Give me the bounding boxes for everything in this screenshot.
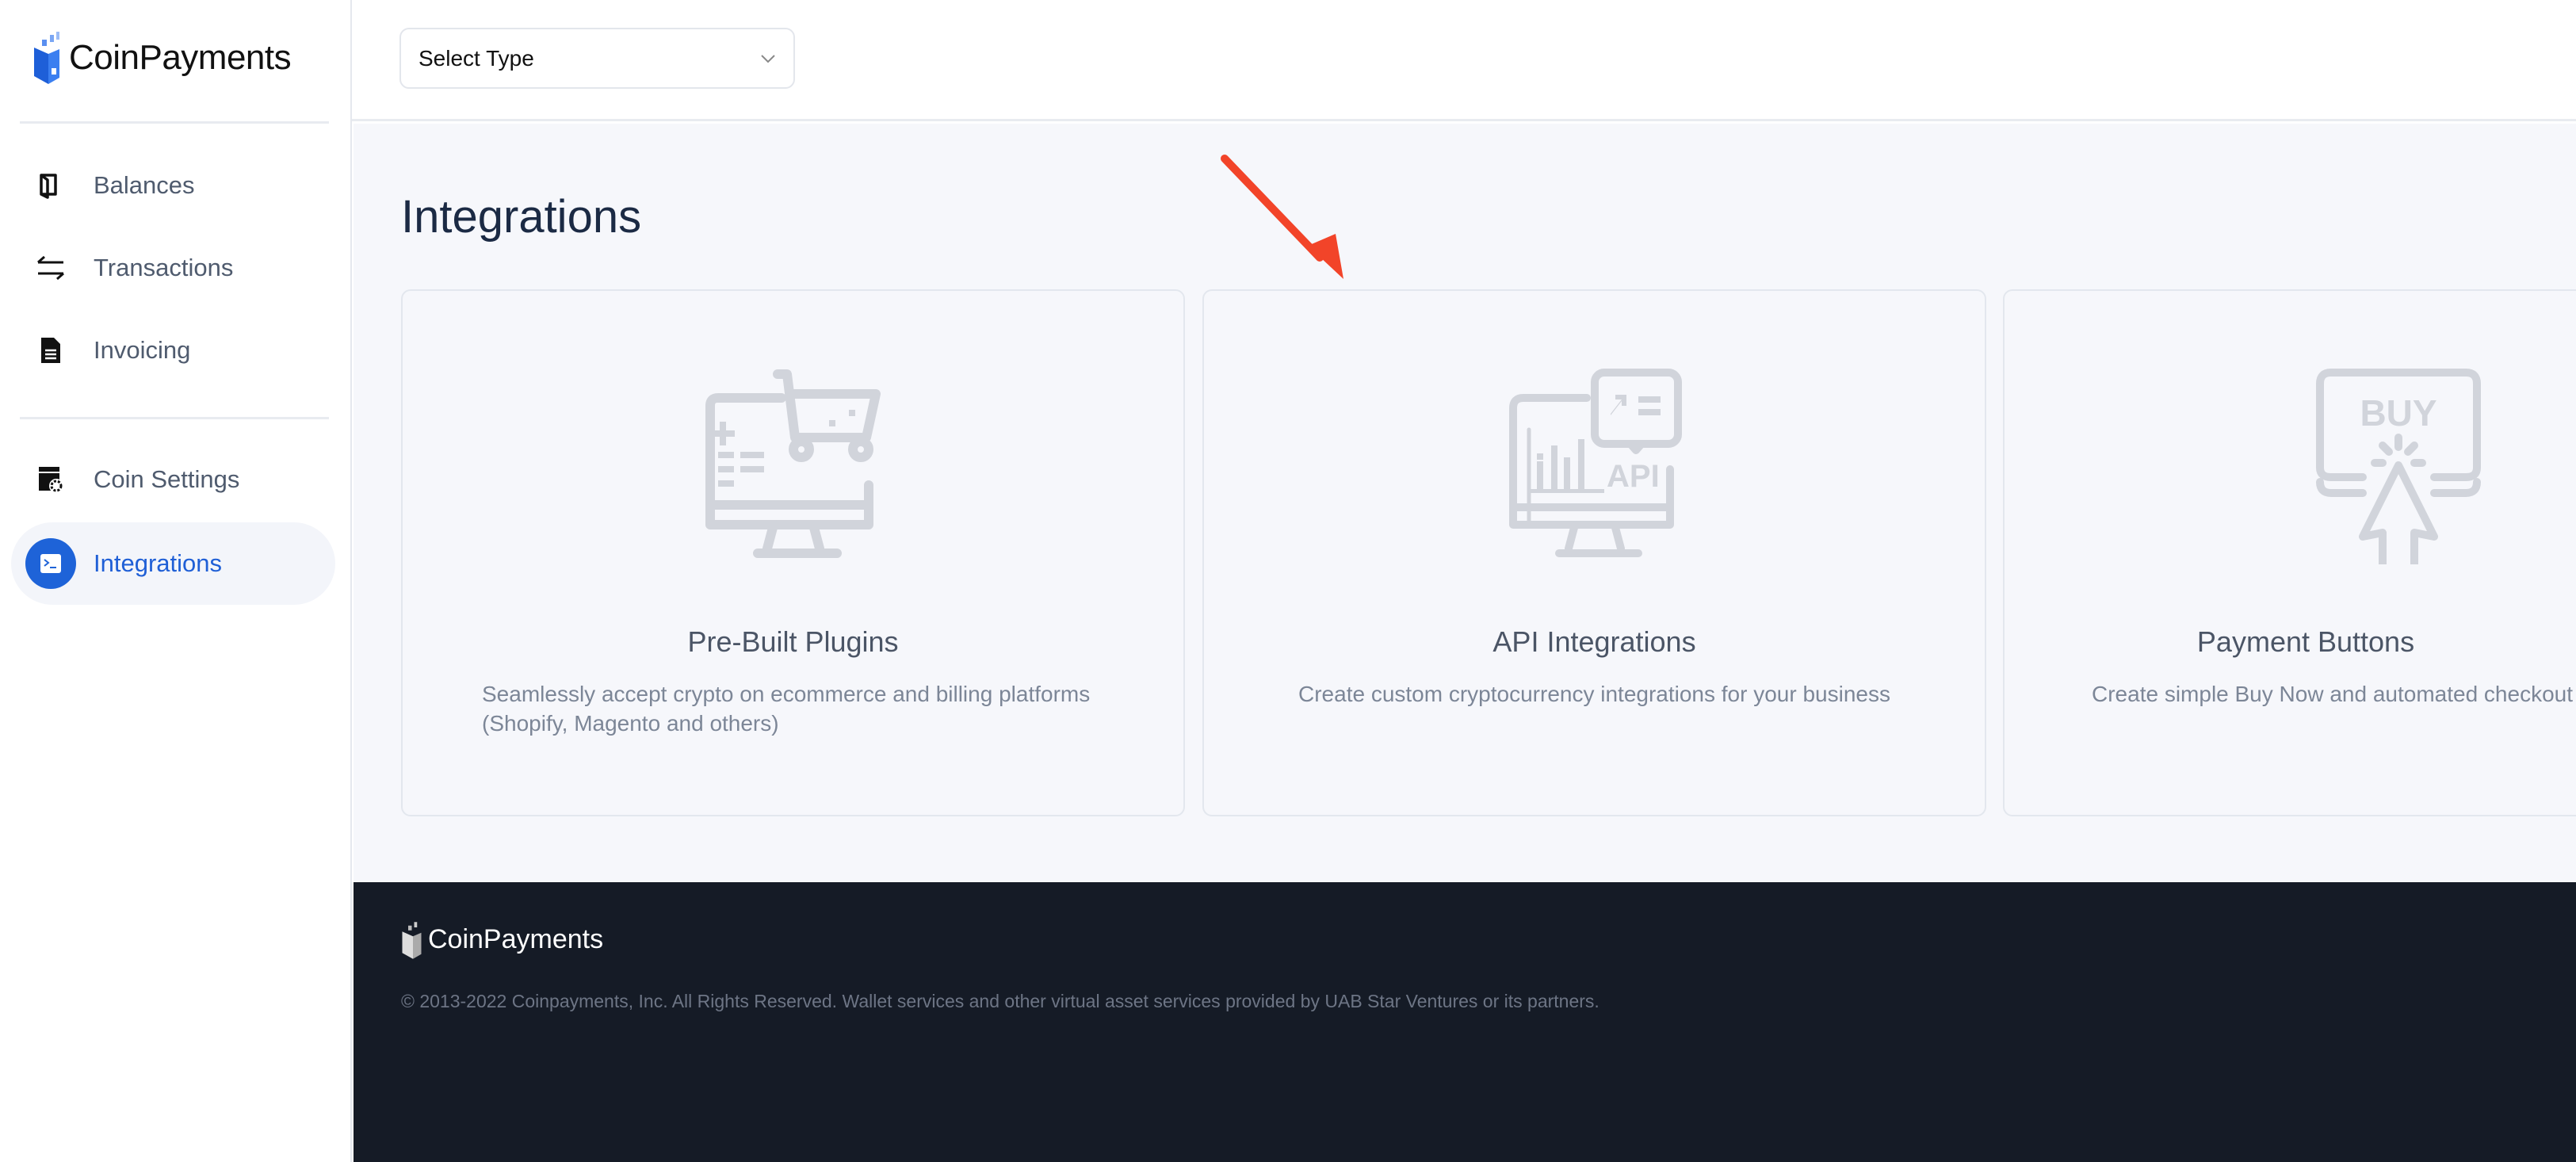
card-description: Create simple Buy Now and automated chec… <box>2092 682 2573 706</box>
footer-brand: CoinPayments <box>428 923 604 954</box>
card-payment-buttons[interactable]: BUY Payment Buttons Create simple Buy No… <box>2003 289 2576 816</box>
sidebar-item-coin-settings[interactable]: Coin Settings <box>11 438 335 521</box>
card-title: Pre-Built Plugins <box>687 625 899 658</box>
sidebar: CoinPayments Balances Transactions Invoi… <box>0 0 352 1162</box>
buy-button-icon: BUY <box>2316 369 2481 564</box>
svg-text:API: API <box>1607 459 1660 494</box>
coinpayments-logo-icon <box>402 922 422 959</box>
sidebar-item-balances[interactable]: Balances <box>11 144 335 227</box>
card-description: Seamlessly accept crypto on ecommerce an… <box>482 682 1091 736</box>
coin-settings-icon <box>39 467 63 493</box>
card-pre-built-plugins[interactable]: Pre-Built Plugins Seamlessly accept cryp… <box>401 289 1185 816</box>
arrows-swap-icon <box>37 255 64 281</box>
card-title: API Integrations <box>1492 625 1696 658</box>
wallet-icon <box>40 174 57 199</box>
divider <box>20 121 329 124</box>
sidebar-item-transactions[interactable]: Transactions <box>11 227 335 309</box>
api-monitor-icon: API <box>1508 369 1682 557</box>
type-select-value: Select Type <box>419 45 534 71</box>
cart-monitor-icon <box>705 369 881 558</box>
sidebar-item-invoicing[interactable]: Invoicing <box>11 309 335 392</box>
brand-name: CoinPayments <box>69 38 292 77</box>
type-select[interactable]: Select Type <box>399 28 795 89</box>
card-api-integrations[interactable]: API API Integrations Create custom crypt… <box>1202 289 1986 816</box>
document-icon <box>41 338 60 363</box>
terminal-icon <box>40 554 61 573</box>
page-title: Integrations <box>401 191 642 243</box>
annotation-arrow-icon <box>1221 155 1343 279</box>
chevron-down-icon <box>761 54 775 63</box>
card-description: Create custom cryptocurrency integration… <box>1298 682 1890 706</box>
copyright: © 2013-2022 Coinpayments, Inc. All Right… <box>401 991 1599 1011</box>
svg-text:BUY: BUY <box>2360 392 2436 434</box>
sidebar-item-integrations[interactable]: Integrations <box>11 522 335 605</box>
card-title: Payment Buttons <box>2196 625 2415 658</box>
footer-logo[interactable]: CoinPayments <box>401 917 603 961</box>
coinpayments-logo-icon <box>34 32 59 84</box>
divider <box>20 417 329 419</box>
footer: CoinPayments © 2013-2022 Coinpayments, I… <box>354 882 2576 1162</box>
logo[interactable]: CoinPayments <box>32 30 292 86</box>
